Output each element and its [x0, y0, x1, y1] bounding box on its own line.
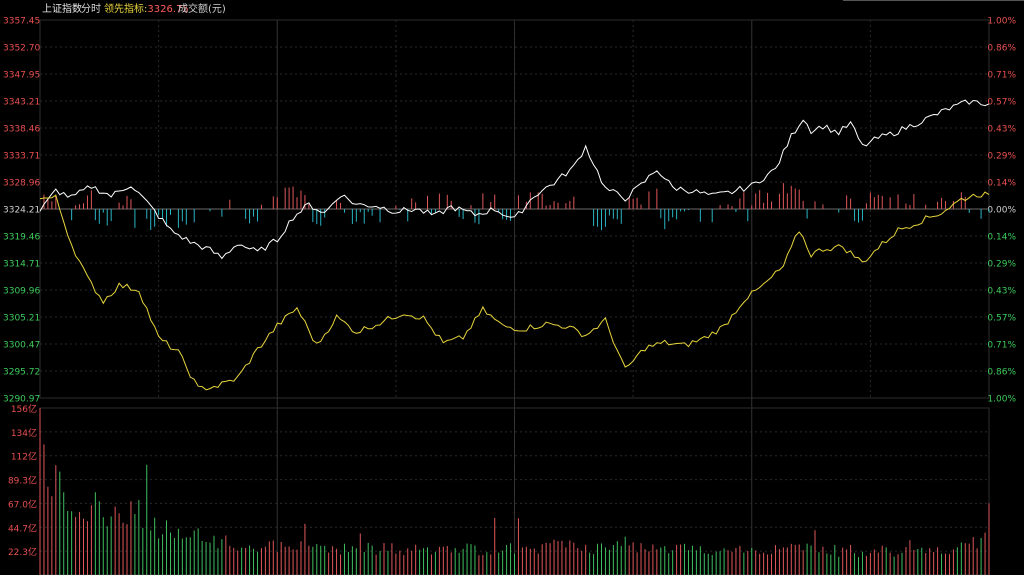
volume-tick-label: 44.7亿 — [8, 522, 37, 534]
percent-tick-label: 0.43% — [987, 287, 1016, 297]
percent-tick-label: 0.29% — [987, 260, 1016, 270]
percent-tick-label: 0.86% — [987, 44, 1016, 54]
volume-tick-label: 112亿 — [11, 451, 37, 463]
percent-tick-label: 0.00% — [987, 206, 1016, 216]
price-tick-label: 3290.97 — [3, 395, 40, 405]
percent-tick-label: 0.14% — [987, 233, 1016, 243]
price-tick-label: 3352.70 — [3, 44, 40, 54]
momentum-bars — [43, 183, 990, 231]
percent-tick-label: 0.57% — [987, 98, 1016, 108]
volume-tick-label: 134亿 — [11, 427, 37, 439]
volume-pane: 156亿 134亿 112亿 89.3亿 67.0亿 44.7亿 22.3亿 — [8, 403, 990, 575]
price-tick-label: 3300.47 — [3, 341, 40, 351]
price-tick-label: 3328.96 — [3, 179, 40, 189]
price-tick-label: 3324.21 — [3, 206, 40, 216]
price-tick-label: 3343.21 — [3, 98, 40, 108]
price-pane: 3357.45 1.00% 3352.70 0.86% 3347.95 0.71% 3343… — [3, 17, 1016, 575]
volume-tick-label: 22.3亿 — [8, 546, 37, 558]
timeshare-chart[interactable]: 3357.45 1.00% 3352.70 0.86% 3347.95 0.71% 3343… — [0, 0, 1024, 575]
price-tick-label: 3295.72 — [3, 368, 40, 378]
chart-window: 上证指数 分时 领先指标:3326.75 成交额(元) 3357.45 1.00%… — [0, 0, 1024, 575]
price-tick-label: 3309.96 — [3, 287, 40, 297]
percent-tick-label: 1.00% — [987, 17, 1016, 27]
percent-tick-label: 0.43% — [987, 125, 1016, 135]
percent-tick-label: 0.57% — [987, 314, 1016, 324]
price-tick-label: 3333.71 — [3, 152, 40, 162]
price-tick-label: 3347.95 — [3, 71, 40, 81]
percent-tick-label: 1.00% — [987, 395, 1016, 405]
percent-tick-label: 0.71% — [987, 71, 1016, 81]
percent-tick-label: 0.14% — [987, 179, 1016, 189]
percent-tick-label: 0.86% — [987, 368, 1016, 378]
price-tick-label: 3314.71 — [3, 260, 40, 270]
percent-tick-label: 0.29% — [987, 152, 1016, 162]
price-tick-label: 3305.21 — [3, 314, 40, 324]
price-tick-label: 3357.45 — [3, 17, 40, 27]
percent-tick-label: 0.71% — [987, 341, 1016, 351]
price-tick-label: 3319.46 — [3, 233, 40, 243]
volume-tick-label: 156亿 — [11, 403, 37, 415]
price-tick-label: 3338.46 — [3, 125, 40, 135]
volume-tick-label: 89.3亿 — [8, 475, 37, 487]
volume-tick-label: 67.0亿 — [8, 498, 37, 510]
